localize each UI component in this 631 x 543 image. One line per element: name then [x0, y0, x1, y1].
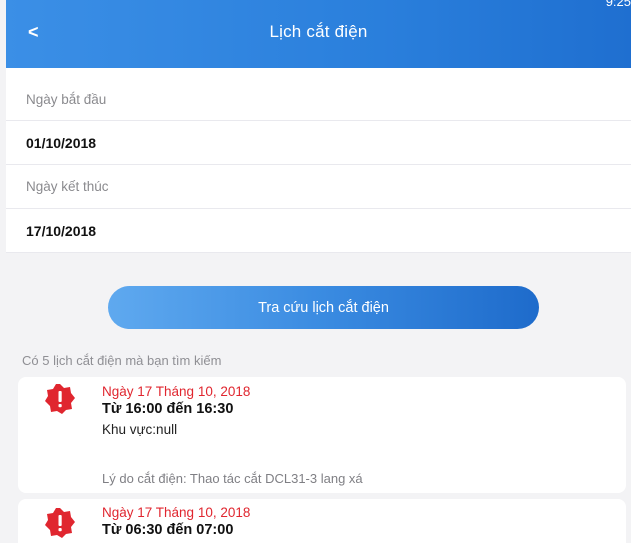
date-range-form: Ngày bắt đầu 01/10/2018 Ngày kết thúc 17… [6, 68, 631, 253]
schedule-card[interactable]: Ngày 17 Tháng 10, 2018 Từ 16:00 đến 16:3… [18, 377, 626, 493]
schedule-reason: Lý do cắt điện: Thao tác cắt DCL31-3 lan… [102, 471, 363, 486]
alert-icon [45, 508, 75, 538]
schedule-time: Từ 16:00 đến 16:30 [102, 401, 234, 417]
schedule-time: Từ 06:30 đến 07:00 [102, 522, 234, 538]
search-button[interactable]: Tra cứu lịch cắt điện [108, 286, 539, 329]
app-header: < Lịch cắt điện [6, 0, 631, 68]
alert-icon [45, 384, 75, 414]
result-count: Có 5 lịch cắt điện mà bạn tìm kiếm [22, 353, 222, 368]
page-title: Lịch cắt điện [269, 22, 368, 41]
status-time: 9:25 [605, 0, 631, 9]
schedule-date: Ngày 17 Tháng 10, 2018 [102, 505, 251, 520]
schedule-card[interactable]: Ngày 17 Tháng 10, 2018 Từ 06:30 đến 07:0… [18, 499, 626, 543]
schedule-date: Ngày 17 Tháng 10, 2018 [102, 384, 251, 399]
schedule-area: Khu vực:null [102, 422, 178, 437]
start-date-label: Ngày bắt đầu [6, 68, 631, 121]
end-date-label: Ngày kết thúc [6, 165, 631, 209]
end-date-field[interactable]: 17/10/2018 [6, 209, 631, 253]
start-date-field[interactable]: 01/10/2018 [6, 121, 631, 165]
